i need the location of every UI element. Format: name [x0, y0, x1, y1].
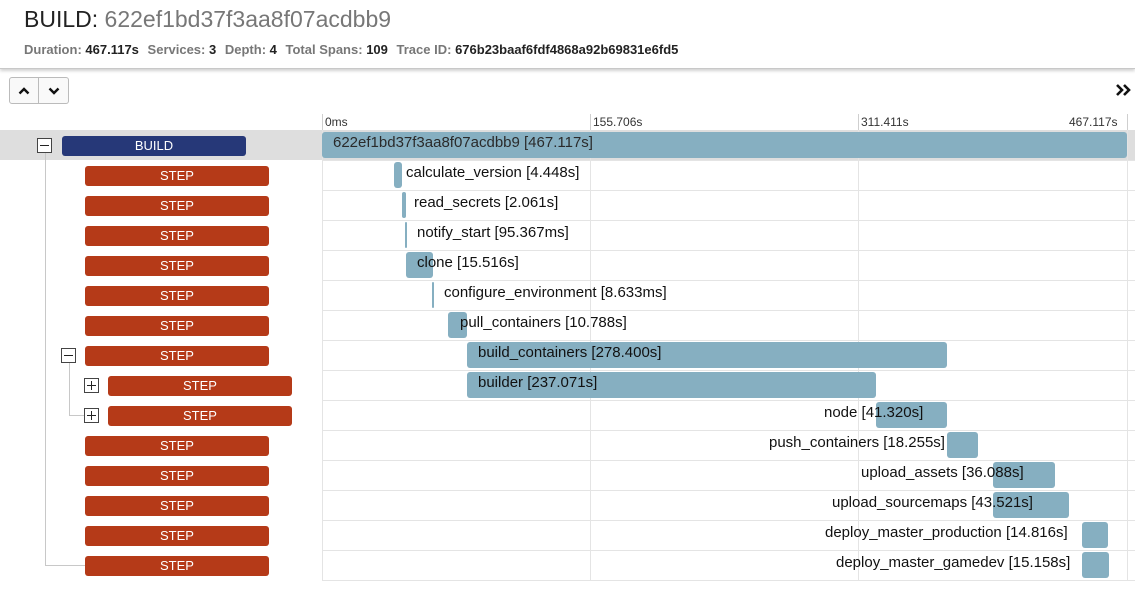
- trace-header: BUILD: 622ef1bd37f3aa8f07acdbb9 Duration…: [0, 0, 1135, 69]
- row-separator: [322, 460, 1135, 461]
- stat-label: Services:: [147, 42, 206, 57]
- span-label: notify_start [95.367ms]: [417, 224, 569, 241]
- span-bar[interactable]: [402, 192, 406, 218]
- span-bar[interactable]: [947, 432, 978, 458]
- collapse-all-button[interactable]: [9, 77, 39, 104]
- collapse-toggle[interactable]: [37, 138, 52, 153]
- expand-toggle[interactable]: [84, 408, 99, 423]
- services-value: 3: [209, 42, 217, 57]
- service-button-step[interactable]: STEP: [85, 496, 269, 516]
- ruler-tick: [322, 114, 323, 130]
- trace-stats: Duration: 467.117s Services: 3 Depth: 4 …: [24, 42, 683, 57]
- ruler-tick: [858, 114, 859, 130]
- service-button-step[interactable]: STEP: [85, 526, 269, 546]
- service-button-step[interactable]: STEP: [85, 226, 269, 246]
- span-bar[interactable]: [1082, 552, 1109, 578]
- gridline: [322, 130, 323, 581]
- tree-line: [45, 153, 46, 565]
- row-separator: [322, 160, 1135, 161]
- span-label: deploy_master_production [14.816s]: [825, 524, 1068, 541]
- stat-label: Total Spans:: [285, 42, 363, 57]
- row-separator: [322, 250, 1135, 251]
- ruler-tick: [590, 114, 591, 130]
- service-button-step[interactable]: STEP: [85, 346, 269, 366]
- span-label: builder [237.071s]: [478, 374, 598, 391]
- span-label: build_containers [278.400s]: [478, 344, 662, 361]
- gridline: [1127, 130, 1128, 581]
- service-button-step[interactable]: STEP: [108, 376, 292, 396]
- service-button-step[interactable]: STEP: [85, 166, 269, 186]
- span-label: read_secrets [2.061s]: [414, 194, 559, 211]
- page-title: BUILD: 622ef1bd37f3aa8f07acdbb9: [24, 5, 391, 33]
- service-button-step[interactable]: STEP: [85, 556, 269, 576]
- row-separator: [322, 400, 1135, 401]
- service-button-step[interactable]: STEP: [85, 196, 269, 216]
- span-label: push_containers [18.255s]: [769, 434, 945, 451]
- span-bar[interactable]: [432, 282, 434, 308]
- span-label: configure_environment [8.633ms]: [444, 284, 667, 301]
- row-separator: [322, 220, 1135, 221]
- row-separator: [322, 280, 1135, 281]
- row-separator: [322, 580, 1135, 581]
- span-label: upload_sourcemaps [43.521s]: [832, 494, 1033, 511]
- service-button-step[interactable]: STEP: [85, 436, 269, 456]
- ruler-label-two-thirds: 311.411s: [861, 115, 909, 129]
- row-separator: [322, 430, 1135, 431]
- double-chevron-right-icon[interactable]: [1115, 82, 1133, 98]
- expand-children-button[interactable]: [39, 77, 69, 104]
- tree-line: [45, 565, 85, 566]
- span-label: deploy_master_gamedev [15.158s]: [836, 554, 1071, 571]
- span-label: calculate_version [4.448s]: [406, 164, 580, 181]
- stat-label: Duration:: [24, 42, 82, 57]
- ruler-label-start: 0ms: [325, 115, 348, 129]
- span-bar[interactable]: [405, 222, 407, 248]
- row-separator: [322, 340, 1135, 341]
- tree-line: [69, 362, 70, 415]
- row-separator: [322, 190, 1135, 191]
- service-button-step[interactable]: STEP: [85, 286, 269, 306]
- expand-toggle[interactable]: [84, 378, 99, 393]
- ruler-label-end: 467.117s: [1069, 115, 1118, 129]
- span-label: upload_assets [36.088s]: [861, 464, 1024, 481]
- stat-label: Depth:: [224, 42, 267, 57]
- span-label: clone [15.516s]: [417, 254, 519, 271]
- span-bar[interactable]: [394, 162, 402, 188]
- duration-value: 467.117s: [85, 42, 139, 57]
- row-separator: [322, 310, 1135, 311]
- service-button-step[interactable]: STEP: [85, 466, 269, 486]
- collapse-toggle[interactable]: [61, 348, 76, 363]
- total-spans-value: 109: [366, 42, 388, 57]
- service-button-step[interactable]: STEP: [85, 316, 269, 336]
- row-separator: [322, 520, 1135, 521]
- root-operation-name: 622ef1bd37f3aa8f07acdbb9: [104, 6, 392, 32]
- service-button-step[interactable]: STEP: [108, 406, 292, 426]
- chevron-up-icon: [18, 86, 30, 94]
- span-label: 622ef1bd37f3aa8f07acdbb9 [467.117s]: [333, 134, 593, 151]
- depth-value: 4: [269, 42, 277, 57]
- service-button-step[interactable]: STEP: [85, 256, 269, 276]
- span-bar[interactable]: [1082, 522, 1108, 548]
- ruler-label-one-third: 155.706s: [593, 115, 643, 129]
- row-separator: [322, 370, 1135, 371]
- tree-line: [69, 415, 85, 416]
- service-button-build[interactable]: BUILD: [62, 136, 246, 156]
- span-label: node [41.320s]: [824, 404, 924, 421]
- row-separator: [322, 550, 1135, 551]
- root-service-name: BUILD:: [24, 6, 99, 32]
- span-label: pull_containers [10.788s]: [460, 314, 627, 331]
- row-separator: [322, 490, 1135, 491]
- stat-label: Trace ID:: [396, 42, 452, 57]
- ruler-tick: [1127, 114, 1128, 130]
- trace-id-value: 676b23baaf6fdf4868a92b69831e6fd5: [455, 42, 679, 57]
- chevron-down-icon: [48, 87, 59, 95]
